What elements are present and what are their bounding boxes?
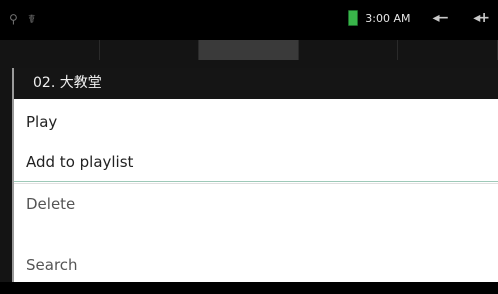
context-menu-dialog: 02. 大教堂 Play Add to playlist Delete Sear… (12, 68, 498, 282)
menu-item-play[interactable]: Play (14, 102, 498, 142)
menu-item-add-to-playlist[interactable]: Add to playlist (14, 142, 498, 182)
volume-down-icon[interactable]: ◂− (432, 10, 449, 26)
notification-icons: ⚲ ☤ (9, 12, 36, 26)
clock: 3:00 AM (365, 11, 411, 25)
status-bar: ⚲ ☤ 3:00 AM ◂− ◂+ (0, 0, 498, 40)
background-tab (199, 40, 299, 60)
background-tabs (0, 40, 498, 60)
status-right: 3:00 AM ◂− ◂+ (348, 10, 490, 26)
battery-icon (348, 10, 359, 26)
menu-item-search[interactable]: Search (14, 224, 498, 282)
background-tab (398, 40, 498, 60)
background-tab (100, 40, 200, 60)
background-tab (299, 40, 399, 60)
dialog-title: 02. 大教堂 (14, 68, 498, 99)
usb-icon: ⚲ (9, 12, 18, 26)
volume-up-icon[interactable]: ◂+ (473, 10, 490, 26)
background-tab (0, 40, 100, 60)
menu-item-delete[interactable]: Delete (14, 183, 498, 223)
usb-debug-icon: ☤ (27, 12, 36, 26)
